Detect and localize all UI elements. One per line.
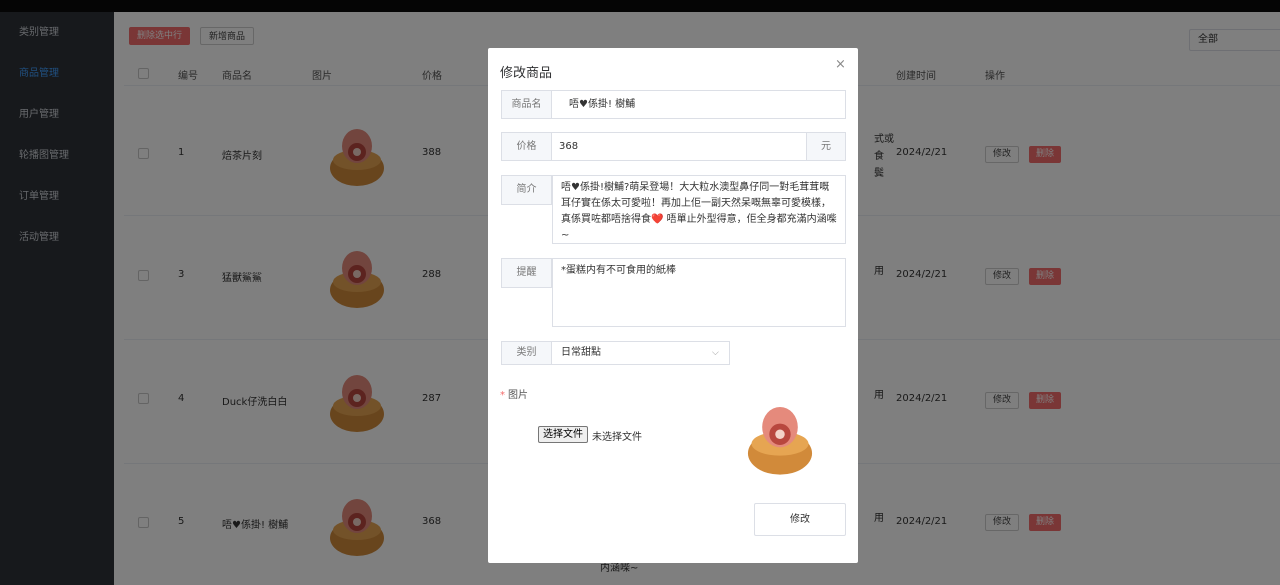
intro-label: 简介: [501, 175, 552, 205]
edit-product-dialog: 修改商品 × 商品名 唔♥係掛! 樹鯆 价格 368 元 简介 唔♥係掛!樹鯆?…: [488, 48, 858, 563]
category-select[interactable]: 日常甜點 ⌵: [551, 341, 730, 365]
price-input[interactable]: 368: [551, 132, 807, 161]
price-unit: 元: [806, 132, 846, 161]
intro-textarea[interactable]: 唔♥係掛!樹鯆?萌呆登場！大大粒水澳型鼻仔同一對毛茸茸嘅耳仔實在係太可愛啦！再加…: [552, 175, 846, 244]
product-preview-image: [744, 401, 816, 477]
reminder-label: 提醒: [501, 258, 552, 288]
file-status: 未选择文件: [592, 432, 642, 443]
submit-button[interactable]: 修改: [754, 503, 846, 536]
choose-file-button[interactable]: 选择文件: [538, 426, 588, 443]
category-value: 日常甜點: [561, 347, 601, 358]
category-label: 类别: [501, 341, 552, 365]
close-icon[interactable]: ×: [835, 57, 846, 72]
reminder-textarea[interactable]: *蛋糕内有不可食用的紙棒: [552, 258, 846, 327]
name-label: 商品名: [501, 90, 552, 119]
dialog-title: 修改商品: [500, 66, 553, 81]
chevron-down-icon: ⌵: [712, 348, 719, 358]
price-label: 价格: [501, 132, 552, 161]
image-label: * 图片: [500, 390, 528, 401]
name-input[interactable]: 唔♥係掛! 樹鯆: [551, 90, 846, 119]
